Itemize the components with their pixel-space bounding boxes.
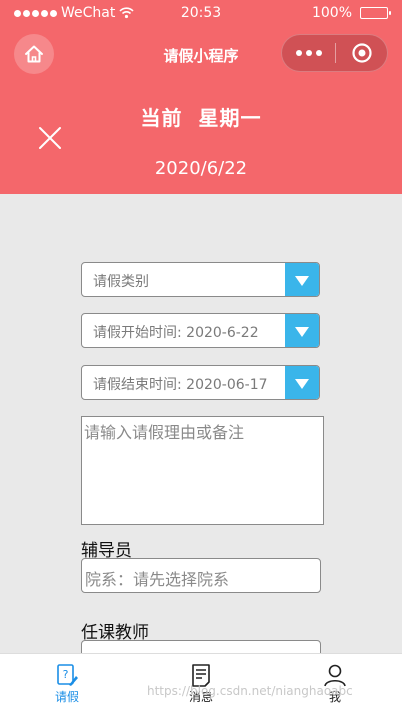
leave-type-text: 请假类别 bbox=[93, 274, 149, 290]
start-time-text: 请假开始时间: 2020-6-22 bbox=[93, 325, 259, 341]
close-miniprogram-button[interactable] bbox=[336, 42, 387, 64]
tab-bar: ? 请假 消息 我 bbox=[0, 653, 402, 711]
message-doc-icon bbox=[192, 664, 210, 687]
week-label: 当前 星期一 bbox=[140, 106, 262, 130]
end-time-text: 请假结束时间: 2020-06-17 bbox=[93, 377, 268, 393]
triangle-down-icon bbox=[295, 326, 309, 337]
more-dots-icon bbox=[295, 50, 302, 56]
start-time-select[interactable]: 请假开始时间: 2020-6-22 bbox=[81, 313, 320, 348]
tab-messages[interactable]: 消息 bbox=[134, 654, 268, 711]
dropdown-arrow[interactable] bbox=[285, 263, 319, 296]
status-bar: WeChat 20:53 100% bbox=[0, 0, 402, 28]
user-icon bbox=[324, 664, 346, 687]
end-time-select[interactable]: 请假结束时间: 2020-06-17 bbox=[81, 365, 320, 400]
tab-leave-label: 请假 bbox=[54, 690, 79, 704]
target-icon bbox=[351, 43, 372, 63]
battery-icon bbox=[360, 7, 391, 19]
battery-percent: 100% bbox=[311, 5, 352, 21]
dropdown-arrow[interactable] bbox=[285, 314, 319, 347]
counselor-input[interactable]: 院系：请先选择院系 bbox=[81, 558, 321, 593]
header: WeChat 20:53 100% 请假小程序 当前 星期一 2020/6/22 bbox=[0, 0, 402, 194]
more-button[interactable] bbox=[282, 50, 335, 56]
status-right: 100% bbox=[311, 5, 391, 21]
leave-form-icon: ? bbox=[57, 664, 78, 686]
tab-me[interactable]: 我 bbox=[268, 654, 402, 711]
capsule-menu bbox=[281, 34, 388, 72]
triangle-down-icon bbox=[295, 378, 309, 389]
leave-type-select[interactable]: 请假类别 bbox=[81, 262, 320, 297]
tab-leave[interactable]: ? 请假 bbox=[0, 654, 134, 711]
counselor-placeholder: 院系：请先选择院系 bbox=[85, 570, 230, 589]
reason-textarea[interactable]: 请输入请假理由或备注 bbox=[81, 416, 324, 525]
tab-me-label: 我 bbox=[328, 690, 341, 704]
svg-text:?: ? bbox=[63, 668, 69, 681]
dropdown-arrow[interactable] bbox=[285, 366, 319, 399]
date-label: 2020/6/22 bbox=[154, 158, 248, 179]
triangle-down-icon bbox=[295, 275, 309, 286]
reason-placeholder: 请输入请假理由或备注 bbox=[84, 423, 245, 442]
tab-messages-label: 消息 bbox=[188, 690, 213, 704]
